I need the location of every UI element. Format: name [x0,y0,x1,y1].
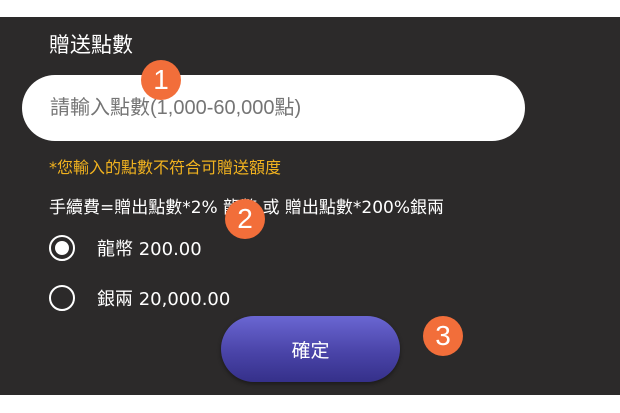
annotation-marker-2: 2 [225,199,265,239]
panel-title: 贈送點數 [49,33,133,57]
annotation-marker-3: 3 [423,316,463,356]
radio-checked-icon[interactable] [49,235,75,261]
radio-unchecked-icon[interactable] [49,285,75,311]
annotation-marker-1: 1 [141,60,181,100]
gift-points-panel: 贈送點數 *您輸入的點數不符合可贈送額度 手續費=贈出點數*2% 龍幣 或 贈出… [0,17,620,395]
option-label: 銀兩 20,000.00 [97,289,231,310]
invalid-amount-warning: *您輸入的點數不符合可贈送額度 [49,158,282,177]
option-dragon-coin[interactable]: 龍幣 200.00 [49,235,202,261]
points-input[interactable] [22,75,525,141]
option-silver[interactable]: 銀兩 20,000.00 [49,285,230,311]
option-label: 龍幣 200.00 [97,239,202,260]
confirm-button[interactable]: 確定 [221,316,400,382]
